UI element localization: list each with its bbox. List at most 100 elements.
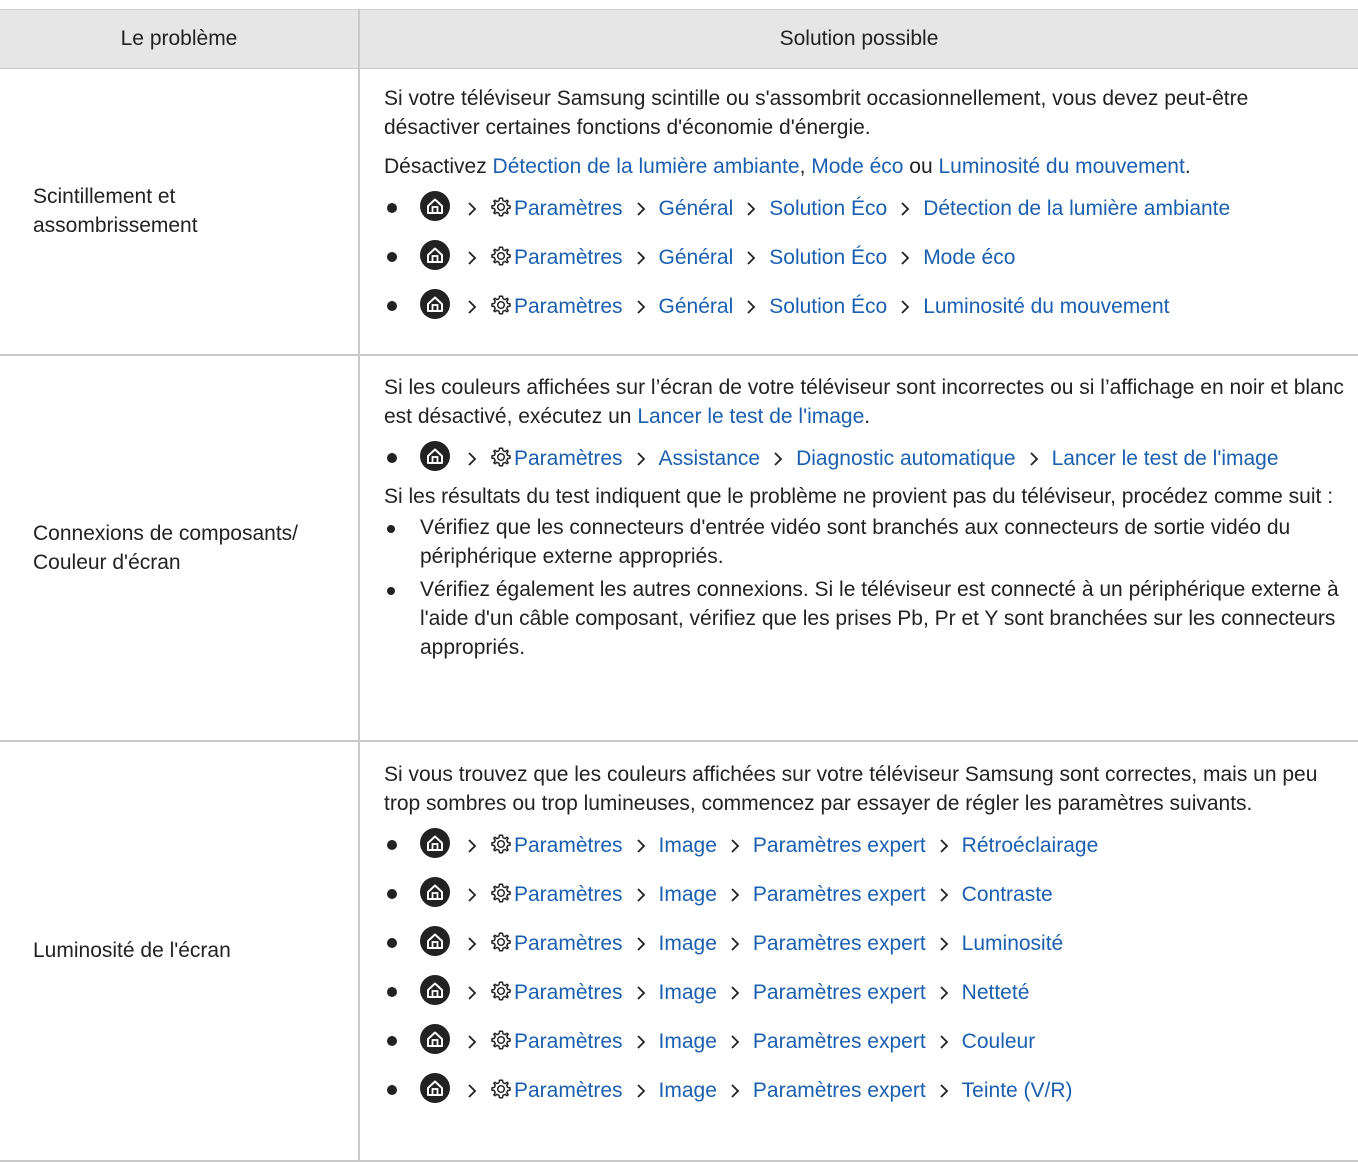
path-picture[interactable]: Image bbox=[659, 1030, 717, 1053]
path-general[interactable]: Général bbox=[659, 197, 734, 220]
chevron-right-icon bbox=[729, 887, 741, 903]
menu-path: Paramètres Image Paramètres expert Contrast… bbox=[384, 877, 1346, 909]
path-settings[interactable]: Paramètres bbox=[514, 447, 623, 470]
path-settings[interactable]: Paramètres bbox=[514, 295, 623, 318]
home-icon bbox=[420, 240, 450, 270]
menu-path-list: Paramètres Général Solution Éco Détection d… bbox=[384, 191, 1346, 321]
home-icon bbox=[420, 975, 450, 1005]
path-picture[interactable]: Image bbox=[659, 834, 717, 857]
chevron-right-icon bbox=[938, 887, 950, 903]
path-general[interactable]: Général bbox=[659, 246, 734, 269]
path-eco-solution[interactable]: Solution Éco bbox=[769, 197, 887, 220]
path-target[interactable]: Netteté bbox=[962, 981, 1030, 1004]
chevron-right-icon bbox=[466, 985, 478, 1001]
chevron-right-icon bbox=[466, 1034, 478, 1050]
solution-cell: Si vous trouvez que les couleurs affiché… bbox=[359, 740, 1358, 1162]
solution-cell: Si les couleurs affichées sur l’écran de… bbox=[359, 354, 1358, 742]
chevron-right-icon bbox=[899, 299, 911, 315]
chevron-right-icon bbox=[1028, 451, 1040, 467]
gear-icon bbox=[490, 882, 512, 904]
path-picture[interactable]: Image bbox=[659, 1079, 717, 1102]
gear-icon bbox=[490, 446, 512, 468]
path-target[interactable]: Teinte (V/R) bbox=[962, 1079, 1073, 1102]
path-target[interactable]: Luminosité bbox=[962, 932, 1064, 955]
path-settings[interactable]: Paramètres bbox=[514, 1030, 623, 1053]
header-solution: Solution possible bbox=[359, 9, 1358, 69]
menu-path-list: Paramètres Assistance Diagnostic automatiq… bbox=[384, 441, 1346, 473]
home-icon bbox=[420, 926, 450, 956]
chevron-right-icon bbox=[635, 985, 647, 1001]
path-target[interactable]: Contraste bbox=[962, 883, 1053, 906]
gear-icon bbox=[490, 245, 512, 267]
table-row: Luminosité de l'écran Si vous trouvez qu… bbox=[0, 740, 1358, 1162]
list-item: Vérifiez également les autres connexions… bbox=[384, 575, 1346, 662]
link-picture-test[interactable]: Lancer le test de l'image bbox=[637, 405, 864, 428]
path-settings[interactable]: Paramètres bbox=[514, 197, 623, 220]
path-picture[interactable]: Image bbox=[659, 883, 717, 906]
menu-path: Paramètres Général Solution Éco Mode éco bbox=[384, 240, 1346, 272]
path-settings[interactable]: Paramètres bbox=[514, 1079, 623, 1102]
path-expert-settings[interactable]: Paramètres expert bbox=[753, 1079, 926, 1102]
chevron-right-icon bbox=[729, 838, 741, 854]
path-settings[interactable]: Paramètres bbox=[514, 834, 623, 857]
path-general[interactable]: Général bbox=[659, 295, 734, 318]
chevron-right-icon bbox=[466, 299, 478, 315]
path-expert-settings[interactable]: Paramètres expert bbox=[753, 883, 926, 906]
path-target[interactable]: Couleur bbox=[962, 1030, 1036, 1053]
chevron-right-icon bbox=[745, 299, 757, 315]
path-settings[interactable]: Paramètres bbox=[514, 932, 623, 955]
chevron-right-icon bbox=[466, 201, 478, 217]
path-eco-solution[interactable]: Solution Éco bbox=[769, 295, 887, 318]
chevron-right-icon bbox=[938, 838, 950, 854]
link-ambient-light[interactable]: Détection de la lumière ambiante bbox=[493, 155, 800, 178]
link-eco-mode[interactable]: Mode éco bbox=[811, 155, 903, 178]
chevron-right-icon bbox=[635, 299, 647, 315]
path-target[interactable]: Luminosité du mouvement bbox=[923, 295, 1169, 318]
path-expert-settings[interactable]: Paramètres expert bbox=[753, 1030, 926, 1053]
solution-intro: Si votre téléviseur Samsung scintille ou… bbox=[384, 87, 1249, 139]
chevron-right-icon bbox=[466, 1083, 478, 1099]
path-target[interactable]: Rétroéclairage bbox=[962, 834, 1099, 857]
home-icon bbox=[420, 191, 450, 221]
path-settings[interactable]: Paramètres bbox=[514, 246, 623, 269]
chevron-right-icon bbox=[635, 451, 647, 467]
path-expert-settings[interactable]: Paramètres expert bbox=[753, 932, 926, 955]
gear-icon bbox=[490, 1029, 512, 1051]
path-settings[interactable]: Paramètres bbox=[514, 981, 623, 1004]
menu-path: Paramètres Image Paramètres expert Rétroécl… bbox=[384, 828, 1346, 860]
chevron-right-icon bbox=[729, 1083, 741, 1099]
path-target[interactable]: Mode éco bbox=[923, 246, 1015, 269]
table-row: Scintillement et assombrissement Si votr… bbox=[0, 68, 1358, 356]
home-icon bbox=[420, 289, 450, 319]
gear-icon bbox=[490, 294, 512, 316]
chevron-right-icon bbox=[635, 887, 647, 903]
path-picture[interactable]: Image bbox=[659, 932, 717, 955]
path-eco-solution[interactable]: Solution Éco bbox=[769, 246, 887, 269]
path-expert-settings[interactable]: Paramètres expert bbox=[753, 981, 926, 1004]
path-support[interactable]: Assistance bbox=[659, 447, 761, 470]
problem-cell: Scintillement et assombrissement bbox=[0, 68, 360, 356]
chevron-right-icon bbox=[729, 1034, 741, 1050]
chevron-right-icon bbox=[635, 1034, 647, 1050]
gear-icon bbox=[490, 1078, 512, 1100]
troubleshooting-table: Le problème Solution possible Scintillem… bbox=[0, 9, 1358, 1162]
path-settings[interactable]: Paramètres bbox=[514, 883, 623, 906]
table-header-row: Le problème Solution possible bbox=[0, 9, 1358, 69]
home-icon bbox=[420, 877, 450, 907]
chevron-right-icon bbox=[635, 1083, 647, 1099]
menu-path: Paramètres Assistance Diagnostic automatiq… bbox=[384, 441, 1346, 473]
solution-cell: Si votre téléviseur Samsung scintille ou… bbox=[359, 68, 1358, 356]
chevron-right-icon bbox=[635, 838, 647, 854]
table-row: Connexions de composants/ Couleur d'écra… bbox=[0, 354, 1358, 742]
problem-label: Luminosité de l'écran bbox=[33, 939, 231, 962]
path-target[interactable]: Détection de la lumière ambiante bbox=[923, 197, 1230, 220]
path-expert-settings[interactable]: Paramètres expert bbox=[753, 834, 926, 857]
link-motion-lighting[interactable]: Luminosité du mouvement bbox=[939, 155, 1185, 178]
menu-path: Paramètres Général Solution Éco Luminosité … bbox=[384, 289, 1346, 321]
menu-path: Paramètres Image Paramètres expert Couleur bbox=[384, 1024, 1346, 1056]
path-target[interactable]: Lancer le test de l'image bbox=[1052, 447, 1279, 470]
chevron-right-icon bbox=[938, 1083, 950, 1099]
chevron-right-icon bbox=[635, 250, 647, 266]
path-self-diagnosis[interactable]: Diagnostic automatique bbox=[796, 447, 1015, 470]
path-picture[interactable]: Image bbox=[659, 981, 717, 1004]
